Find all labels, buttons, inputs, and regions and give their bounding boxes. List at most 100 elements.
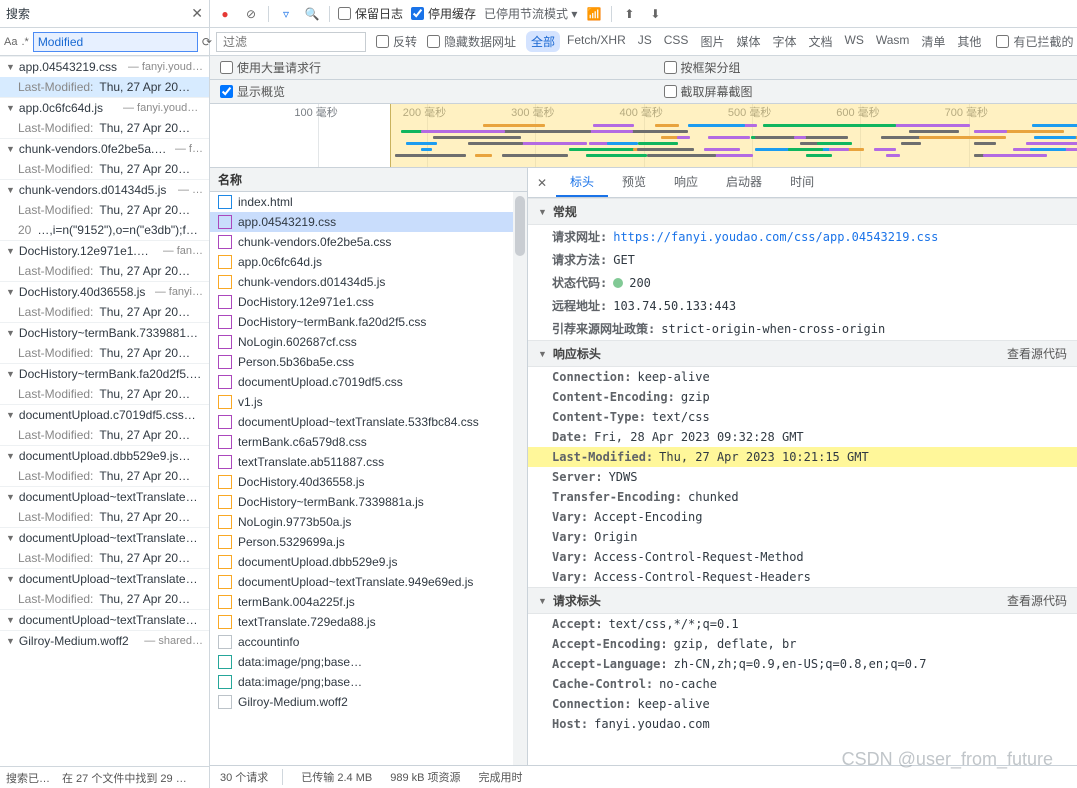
request-row[interactable]: index.html <box>210 192 527 212</box>
request-row[interactable]: textTranslate.ab511887.css <box>210 452 527 472</box>
search-result-line[interactable]: Last-Modified:Thu, 27 Apr 20… <box>0 159 209 179</box>
name-column-header[interactable]: 名称 <box>210 168 527 192</box>
type-chip[interactable]: 其他 <box>952 31 986 52</box>
request-row[interactable]: DocHistory.40d36558.js <box>210 472 527 492</box>
request-row[interactable]: app.0c6fc64d.js <box>210 252 527 272</box>
section-header[interactable]: ▼响应标头查看源代码 <box>528 340 1077 367</box>
search-result-file[interactable]: ▼DocHistory~termBank.7339881a… <box>0 323 209 343</box>
match-case-toggle[interactable]: Aa <box>4 32 17 52</box>
search-result-line[interactable]: Last-Modified:Thu, 27 Apr 20… <box>0 425 209 445</box>
view-source-link[interactable]: 查看源代码 <box>1007 345 1067 362</box>
search-result-file[interactable]: ▼chunk-vendors.0fe2be5a.css— f… <box>0 139 209 159</box>
search-result-line[interactable]: Last-Modified:Thu, 27 Apr 20… <box>0 77 209 97</box>
request-row[interactable]: Person.5329699a.js <box>210 532 527 552</box>
close-detail-icon[interactable]: ✕ <box>528 168 556 197</box>
type-chip[interactable]: 清单 <box>916 31 950 52</box>
type-chip[interactable]: CSS <box>659 31 694 52</box>
type-chip[interactable]: 图片 <box>695 31 729 52</box>
search-result-file[interactable]: ▼documentUpload~textTranslate… <box>0 610 209 630</box>
request-row[interactable]: textTranslate.729eda88.js <box>210 612 527 632</box>
record-icon[interactable]: ● <box>216 5 234 23</box>
request-row[interactable]: NoLogin.9773b50a.js <box>210 512 527 532</box>
request-row[interactable]: DocHistory~termBank.7339881a.js <box>210 492 527 512</box>
search-result-file[interactable]: ▼documentUpload~textTranslate… <box>0 528 209 548</box>
group-by-frame-toggle[interactable]: 按框架分组 <box>664 59 741 76</box>
request-row[interactable]: accountinfo <box>210 632 527 652</box>
upload-icon[interactable]: ⬆ <box>620 5 638 23</box>
search-result-file[interactable]: ▼documentUpload.dbb529e9.js… <box>0 446 209 466</box>
request-row[interactable]: chunk-vendors.0fe2be5a.css <box>210 232 527 252</box>
search-result-line[interactable]: Last-Modified:Thu, 27 Apr 20… <box>0 118 209 138</box>
request-row[interactable]: v1.js <box>210 392 527 412</box>
request-row[interactable]: Gilroy-Medium.woff2 <box>210 692 527 712</box>
network-overview[interactable]: 100 毫秒200 毫秒300 毫秒400 毫秒500 毫秒600 毫秒700 … <box>210 104 1077 168</box>
type-chip[interactable]: 字体 <box>767 31 801 52</box>
search-result-file[interactable]: ▼DocHistory~termBank.fa20d2f5.… <box>0 364 209 384</box>
download-icon[interactable]: ⬇ <box>646 5 664 23</box>
blocked-cookies-toggle[interactable]: 有已拦截的 Coo <box>996 33 1077 50</box>
request-row[interactable]: data:image/png;base… <box>210 672 527 692</box>
disable-cache-toggle[interactable]: 停用缓存 <box>411 5 476 22</box>
request-row[interactable]: termBank.c6a579d8.css <box>210 432 527 452</box>
section-header[interactable]: ▼常规 <box>528 198 1077 225</box>
big-rows-toggle[interactable]: 使用大量请求行 <box>220 59 321 76</box>
type-chip[interactable]: Fetch/XHR <box>562 31 631 52</box>
screenshots-toggle[interactable]: 截取屏幕截图 <box>664 83 753 100</box>
search-result-file[interactable]: ▼DocHistory.40d36558.js— fanyi… <box>0 282 209 302</box>
request-row[interactable]: chunk-vendors.d01434d5.js <box>210 272 527 292</box>
request-row[interactable]: DocHistory~termBank.fa20d2f5.css <box>210 312 527 332</box>
search-result-line[interactable]: Last-Modified:Thu, 27 Apr 20… <box>0 261 209 281</box>
request-row[interactable]: data:image/png;base… <box>210 652 527 672</box>
search-result-line[interactable]: Last-Modified:Thu, 27 Apr 20… <box>0 548 209 568</box>
request-row[interactable]: documentUpload.c7019df5.css <box>210 372 527 392</box>
clear-icon[interactable]: ⊘ <box>242 5 260 23</box>
close-icon[interactable]: ✕ <box>191 5 203 22</box>
invert-toggle[interactable]: 反转 <box>376 33 417 50</box>
detail-tab[interactable]: 响应 <box>660 168 712 197</box>
hide-data-urls-toggle[interactable]: 隐藏数据网址 <box>427 33 516 50</box>
request-row[interactable]: NoLogin.602687cf.css <box>210 332 527 352</box>
search-result-line[interactable]: Last-Modified:Thu, 27 Apr 20… <box>0 507 209 527</box>
type-chip[interactable]: 媒体 <box>731 31 765 52</box>
filter-input[interactable] <box>216 32 366 52</box>
search-result-line[interactable]: Last-Modified:Thu, 27 Apr 20… <box>0 384 209 404</box>
type-chip[interactable]: JS <box>633 31 657 52</box>
search-result-line[interactable]: 20…,i=n("9152"),o=n("e3db");f… <box>0 220 209 240</box>
detail-tab[interactable]: 启动器 <box>712 168 776 197</box>
request-row[interactable]: documentUpload.dbb529e9.js <box>210 552 527 572</box>
request-row[interactable]: termBank.004a225f.js <box>210 592 527 612</box>
search-result-line[interactable]: Last-Modified:Thu, 27 Apr 20… <box>0 200 209 220</box>
filter-icon[interactable]: ▿ <box>277 5 295 23</box>
request-row[interactable]: documentUpload~textTranslate.949e69ed.js <box>210 572 527 592</box>
search-result-line[interactable]: Last-Modified:Thu, 27 Apr 20… <box>0 343 209 363</box>
search-input[interactable] <box>33 32 198 52</box>
search-result-line[interactable]: Last-Modified:Thu, 27 Apr 20… <box>0 466 209 486</box>
search-result-file[interactable]: ▼documentUpload~textTranslate… <box>0 569 209 589</box>
search-result-file[interactable]: ▼app.0c6fc64d.js— fanyi.youdao… <box>0 98 209 118</box>
search-icon[interactable]: 🔍 <box>303 5 321 23</box>
section-header[interactable]: ▼请求标头查看源代码 <box>528 587 1077 614</box>
request-row[interactable]: app.04543219.css <box>210 212 527 232</box>
search-result-file[interactable]: ▼documentUpload.c7019df5.css… <box>0 405 209 425</box>
overview-toggle[interactable]: 显示概览 <box>220 83 285 100</box>
preserve-log-toggle[interactable]: 保留日志 <box>338 5 403 22</box>
view-source-link[interactable]: 查看源代码 <box>1007 592 1067 609</box>
search-result-line[interactable]: Last-Modified:Thu, 27 Apr 20… <box>0 302 209 322</box>
detail-tab[interactable]: 时间 <box>776 168 828 197</box>
detail-tab[interactable]: 预览 <box>608 168 660 197</box>
search-result-line[interactable]: Last-Modified:Thu, 27 Apr 20… <box>0 589 209 609</box>
search-result-file[interactable]: ▼chunk-vendors.d01434d5.js— … <box>0 180 209 200</box>
regex-toggle[interactable]: .* <box>21 32 28 52</box>
request-row[interactable]: Person.5b36ba5e.css <box>210 352 527 372</box>
type-chip[interactable]: 全部 <box>526 31 560 52</box>
search-result-file[interactable]: ▼app.04543219.css— fanyi.youd… <box>0 57 209 77</box>
wifi-icon[interactable]: 📶 <box>585 5 603 23</box>
throttling-select[interactable]: 已停用节流模式 ▾ <box>484 5 577 22</box>
type-chip[interactable]: Wasm <box>871 31 915 52</box>
detail-tab[interactable]: 标头 <box>556 168 608 197</box>
type-chip[interactable]: 文档 <box>803 31 837 52</box>
search-result-file[interactable]: ▼documentUpload~textTranslate… <box>0 487 209 507</box>
request-row[interactable]: documentUpload~textTranslate.533fbc84.cs… <box>210 412 527 432</box>
search-result-file[interactable]: ▼DocHistory.12e971e1.css— fan… <box>0 241 209 261</box>
search-result-file[interactable]: ▼Gilroy-Medium.woff2— shared… <box>0 631 209 651</box>
